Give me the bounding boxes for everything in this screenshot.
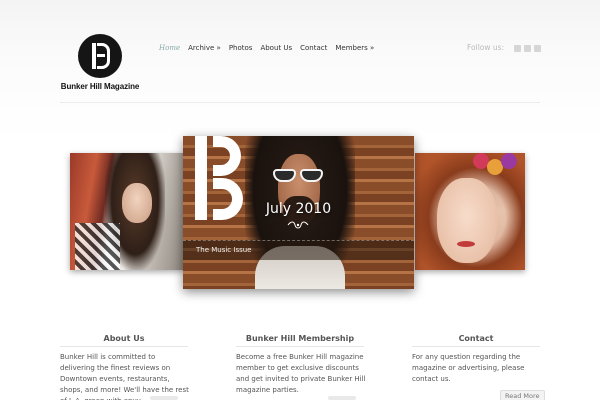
slide-subtitle: The Music Issue xyxy=(196,246,252,254)
slide-title[interactable]: July 2010 xyxy=(183,201,414,217)
nav-archive[interactable]: Archive » xyxy=(188,44,221,52)
about-us-more-stub xyxy=(150,396,178,400)
contact-heading: Contact xyxy=(458,334,494,343)
logo-text: Bunker Hill Magazine xyxy=(60,82,140,91)
membership-divider xyxy=(236,346,364,347)
membership-heading: Bunker Hill Membership xyxy=(245,334,355,343)
nav-home[interactable]: Home xyxy=(159,44,180,52)
membership-text: Become a free Bunker Hill magazine membe… xyxy=(236,353,366,394)
logo-mark-icon xyxy=(78,34,122,78)
nav-members[interactable]: Members » xyxy=(335,44,374,52)
contact-text: For any question regarding the magazine … xyxy=(412,353,525,383)
follow-label: Follow us: xyxy=(467,43,505,52)
header-divider xyxy=(60,102,540,103)
twitter-icon[interactable] xyxy=(514,45,521,52)
facebook-icon[interactable] xyxy=(534,45,541,52)
rss-icon[interactable] xyxy=(524,45,531,52)
nav-about-us[interactable]: About Us xyxy=(260,44,292,52)
social-links xyxy=(514,45,541,52)
contact-divider xyxy=(412,346,540,347)
ornament-icon xyxy=(287,221,309,229)
slide-next[interactable] xyxy=(415,153,525,270)
nav-photos[interactable]: Photos xyxy=(229,44,253,52)
main-nav: Home Archive » Photos About Us Contact M… xyxy=(159,44,382,52)
membership-more-stub xyxy=(328,396,356,400)
about-us-text: Bunker Hill is committed to delivering t… xyxy=(60,353,189,400)
about-us-heading: About Us xyxy=(103,334,145,343)
about-us-divider xyxy=(60,346,188,347)
site-logo[interactable]: Bunker Hill Magazine xyxy=(60,34,140,92)
nav-contact[interactable]: Contact xyxy=(300,44,327,52)
slide-previous[interactable] xyxy=(70,153,185,270)
read-more-button[interactable]: Read More xyxy=(500,390,545,400)
